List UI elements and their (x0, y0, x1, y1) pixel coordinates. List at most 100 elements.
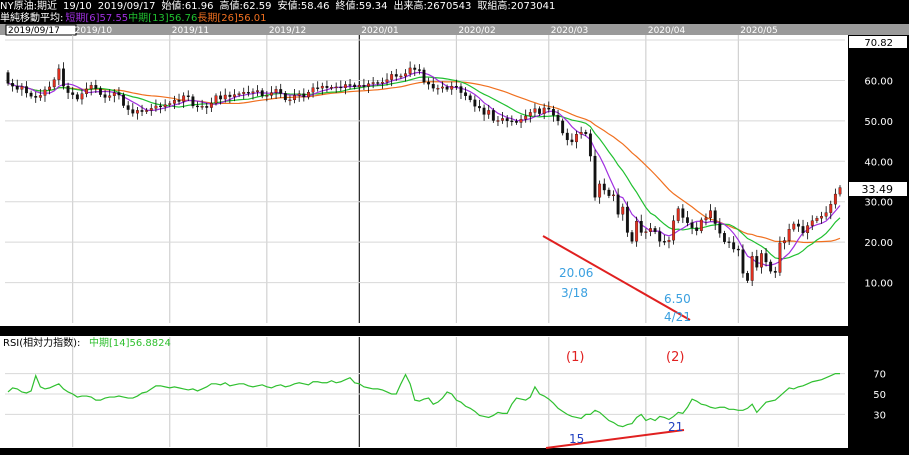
candle-body (191, 96, 195, 107)
date-tick-label: 2020/05 (740, 26, 777, 36)
candle-body (755, 256, 759, 268)
date-tick-label: 2019/09/17 (8, 26, 60, 36)
candle-body (168, 103, 172, 105)
bottom-strip (0, 448, 909, 455)
candle-body (62, 68, 65, 87)
price-chart: 2019/09/17 2019/10 2019/11 2019/12 2020/01 20… (0, 24, 909, 455)
candle-body (154, 105, 158, 109)
candle-body (404, 73, 407, 77)
candle-body (824, 212, 828, 217)
rsi-low-annotation: 21 (668, 420, 683, 434)
candle-body (353, 84, 357, 88)
price-tick-label: 10.00 (864, 279, 893, 290)
candle-body (186, 95, 190, 97)
candle-body (746, 273, 749, 281)
candle-body (704, 217, 708, 221)
candle-body (343, 84, 347, 88)
candle-body (371, 82, 375, 84)
candle-body (339, 86, 343, 89)
candle-body (653, 228, 657, 232)
candle-body (833, 193, 837, 205)
candle-body (283, 93, 287, 101)
candle-body (25, 86, 28, 94)
candle-body (71, 92, 75, 95)
candle-body (649, 228, 652, 232)
candle-body (787, 229, 791, 241)
candle-body (57, 68, 61, 80)
candle-body (297, 93, 301, 96)
candle-body (320, 85, 324, 89)
candle-body (621, 206, 625, 215)
candle-body (806, 225, 810, 234)
candle-body (140, 110, 144, 112)
candle-body (330, 87, 333, 89)
candle-body (593, 155, 597, 198)
candle-body (80, 93, 84, 100)
candle-body (445, 86, 449, 90)
candle-body (667, 239, 671, 242)
candle-body (270, 92, 273, 96)
date-tick-label: 2020/03 (551, 26, 588, 36)
date-tick-label: 2019/11 (172, 26, 209, 36)
candle-body (815, 218, 819, 221)
candle-body (528, 112, 532, 117)
candle-body (214, 95, 218, 104)
candle-body (616, 194, 620, 215)
candle-body (820, 216, 823, 219)
date-tick-label: 2020/01 (361, 26, 398, 36)
candle-body (196, 105, 199, 108)
candle-body (89, 85, 93, 90)
candle-body (288, 99, 292, 102)
candle-body (200, 106, 204, 108)
date-tick-label: 2019/12 (269, 26, 306, 36)
candle-body (380, 81, 384, 84)
low-date-annotation: 3/18 (561, 286, 588, 300)
candle-body (260, 90, 264, 96)
candle-body (732, 242, 736, 250)
candle-body (630, 232, 634, 242)
price-tick-label: 50.00 (864, 117, 893, 128)
candle-body (533, 108, 537, 113)
candle-body (723, 233, 726, 242)
candle-body (686, 217, 689, 223)
candle-body (413, 67, 417, 70)
last-price-label: 33.49 (862, 183, 894, 196)
candle-body (676, 208, 680, 221)
candle-body (66, 85, 70, 93)
low-date-annotation: 4/21 (664, 310, 691, 324)
candle-body (773, 271, 777, 273)
candle-body (796, 223, 800, 227)
rsi-tick-label: 70 (873, 370, 886, 381)
candle-body (38, 95, 42, 98)
candle-body (117, 92, 121, 96)
candle-body (233, 94, 236, 97)
candle-body (718, 223, 722, 234)
candle-body (103, 94, 107, 98)
candle-body (177, 100, 181, 102)
candle-body (695, 227, 699, 231)
candle-body (764, 253, 768, 263)
candle-body (736, 248, 740, 251)
candle-body (464, 92, 468, 96)
candle-body (357, 85, 361, 88)
candle-body (473, 99, 477, 107)
rsi-low-annotation: 15 (569, 432, 584, 446)
candle-body (293, 95, 297, 101)
candle-body (6, 72, 10, 84)
candle-body (579, 132, 583, 135)
candle-body (441, 86, 444, 89)
candle-body (510, 120, 514, 123)
date-tick-label: 2020/02 (458, 26, 495, 36)
candle-body (159, 105, 162, 108)
rsi-tick-label: 30 (873, 410, 886, 421)
candle-body (376, 82, 380, 84)
candle-body (482, 107, 486, 115)
candle-body (223, 94, 227, 100)
rsi-legend-title: RSI(相対力指数): (3, 336, 80, 349)
candle-body (584, 132, 588, 134)
rsi-tick-label: 50 (873, 390, 886, 401)
candle-body (228, 94, 232, 97)
candle-body (792, 223, 796, 230)
rsi-panel-bg (0, 336, 909, 448)
candle-body (29, 92, 33, 97)
